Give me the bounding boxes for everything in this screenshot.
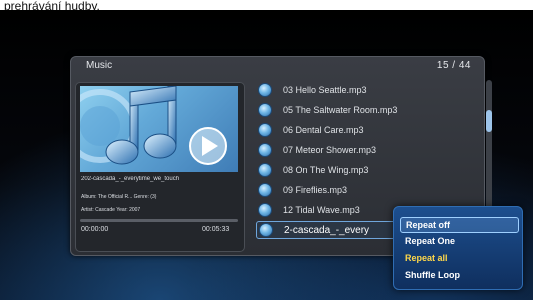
list-item[interactable]: 09 Fireflies.mp3: [256, 180, 474, 200]
list-item-label: 12 Tidal Wave.mp3: [283, 205, 360, 215]
artist-year: Artist: Cascade Year: 2007: [81, 207, 141, 213]
list-item-label: 09 Fireflies.mp3: [283, 185, 348, 195]
list-item[interactable]: 07 Meteor Shower.mp3: [256, 140, 474, 160]
menu-item-repeat-off[interactable]: Repeat off: [400, 217, 519, 233]
music-file-icon: [258, 83, 272, 97]
list-item[interactable]: 06 Dental Care.mp3: [256, 120, 474, 140]
file-counter: 15 / 44: [436, 60, 471, 71]
menu-item-repeat-all[interactable]: Repeat all: [400, 251, 517, 265]
list-item-label: 08 On The Wing.mp3: [283, 165, 369, 175]
music-file-icon: [258, 123, 272, 137]
progress-bar: [80, 219, 238, 222]
play-icon[interactable]: [189, 127, 227, 165]
music-file-icon: [259, 223, 273, 237]
list-item-label: 2-cascada_-_every: [284, 224, 370, 236]
album-genre: Album: The Official R... Genre: (3): [81, 194, 157, 200]
menu-item-repeat-one[interactable]: Repeat One: [400, 234, 517, 248]
list-item-label: 05 The Saltwater Room.mp3: [283, 105, 398, 115]
music-file-icon: [258, 143, 272, 157]
list-item[interactable]: 03 Hello Seattle.mp3: [256, 80, 474, 100]
list-item-label: 03 Hello Seattle.mp3: [283, 85, 367, 95]
scrollbar-thumb[interactable]: [486, 110, 492, 132]
time-current: 00:00:00: [81, 226, 109, 233]
music-note-icon: [80, 86, 227, 165]
page-title: Music: [86, 60, 113, 71]
list-item[interactable]: 05 The Saltwater Room.mp3: [256, 100, 474, 120]
music-file-icon: [258, 203, 272, 217]
track-filename: 202-cascada_-_everytime_we_touch: [81, 176, 180, 182]
time-total: 00:05:33: [202, 226, 230, 233]
menu-item-shuffle-loop[interactable]: Shuffle Loop: [400, 268, 517, 282]
music-file-icon: [258, 163, 272, 177]
music-file-icon: [258, 183, 272, 197]
list-item-label: 07 Meteor Shower.mp3: [283, 145, 377, 155]
album-art: [80, 86, 238, 172]
repeat-menu: Repeat off Repeat One Repeat all Shuffle…: [393, 206, 523, 290]
list-item-label: 06 Dental Care.mp3: [283, 125, 364, 135]
music-file-icon: [258, 103, 272, 117]
list-item[interactable]: 08 On The Wing.mp3: [256, 160, 474, 180]
